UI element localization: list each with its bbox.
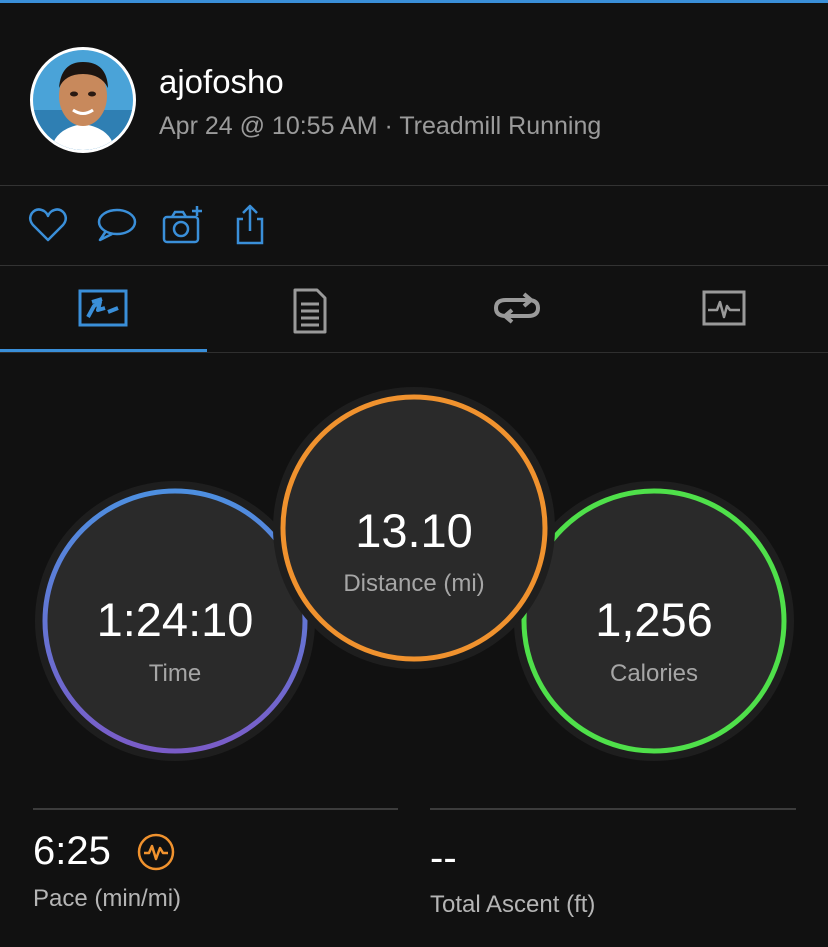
activity-header: ajofosho Apr 24 @ 10:55 AM · Treadmill R… — [0, 3, 828, 185]
pace-badge-icon — [136, 832, 176, 872]
share-icon — [236, 204, 264, 245]
pace-stat-divider — [33, 808, 398, 810]
activity-overview-icon — [78, 289, 128, 327]
activity-type: Treadmill Running — [399, 112, 602, 140]
tab-laps[interactable] — [414, 268, 621, 354]
camera-plus-icon — [162, 206, 202, 244]
username[interactable]: ajofosho — [159, 63, 284, 101]
ascent-stat-divider — [430, 808, 796, 810]
header-divider — [0, 185, 828, 186]
actions-divider — [0, 265, 828, 266]
share-button[interactable] — [228, 203, 272, 247]
tab-details[interactable] — [207, 268, 414, 354]
add-photo-button[interactable] — [161, 203, 205, 247]
avatar-photo — [33, 50, 133, 150]
activity-meta: Apr 24 @ 10:55 AM · Treadmill Running — [159, 112, 601, 141]
tab-overview[interactable] — [0, 268, 207, 354]
pulse-chart-icon — [702, 290, 746, 326]
distance-circle[interactable]: 13.10 Distance (mi) — [272, 386, 556, 670]
like-button[interactable] — [26, 203, 70, 247]
activity-date: Apr 24 @ 10:55 AM — [159, 112, 378, 140]
heart-icon — [29, 208, 67, 242]
avatar[interactable] — [30, 47, 136, 153]
tabs-divider — [0, 352, 828, 353]
ascent-label: Total Ascent (ft) — [430, 891, 596, 918]
ascent-value: -- — [430, 836, 457, 880]
document-list-icon — [293, 288, 327, 334]
tab-charts[interactable] — [621, 268, 828, 354]
distance-value: 13.10 — [355, 504, 473, 557]
distance-label: Distance (mi) — [343, 570, 485, 597]
comment-button[interactable] — [94, 203, 138, 247]
meta-separator: · — [377, 112, 400, 140]
pace-value: 6:25 — [33, 829, 111, 873]
comment-icon — [97, 208, 137, 242]
pace-label: Pace (min/mi) — [33, 885, 182, 912]
loop-icon — [493, 292, 541, 324]
